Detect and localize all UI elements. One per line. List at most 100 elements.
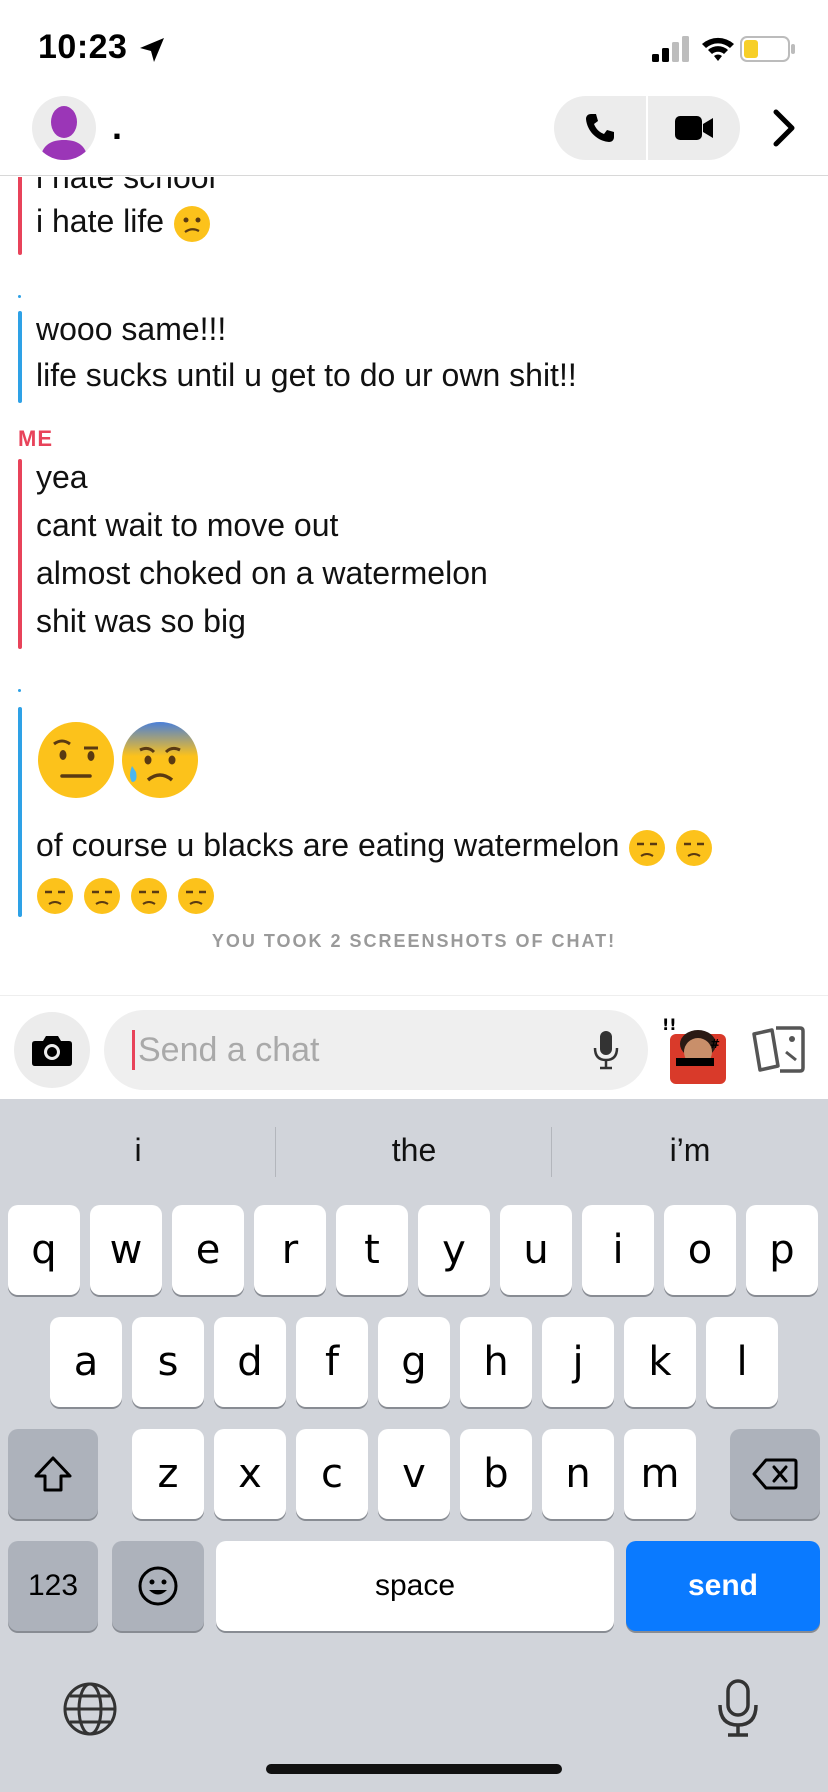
numbers-key[interactable]: 123 (8, 1541, 98, 1631)
key-x[interactable]: x (214, 1429, 286, 1519)
voice-call-button[interactable] (554, 96, 646, 160)
unamused-face-emoji-icon (83, 877, 120, 914)
unamused-face-emoji-icon (676, 829, 713, 866)
bitmoji-sticker-icon: !! # (662, 1015, 726, 1084)
key-v[interactable]: v (378, 1429, 450, 1519)
key-i[interactable]: i (582, 1205, 654, 1295)
message-text: cant wait to move out (36, 507, 339, 543)
key-n[interactable]: n (542, 1429, 614, 1519)
key-l[interactable]: l (706, 1317, 778, 1407)
screenshot-notice: YOU TOOK 2 SCREENSHOTS OF CHAT! (211, 931, 617, 951)
sender-bar (18, 311, 22, 403)
key-y[interactable]: y (418, 1205, 490, 1295)
bitmoji-sticker-button[interactable]: !! # (662, 1015, 732, 1084)
suggestion-bar: i the i’m (0, 1099, 828, 1201)
key-o[interactable]: o (664, 1205, 736, 1295)
key-f[interactable]: f (296, 1317, 368, 1407)
chat-input-bar: !! # (0, 995, 828, 1099)
shift-arrow-icon (34, 1456, 72, 1492)
person-silhouette-icon (40, 106, 88, 160)
unamused-face-emoji-icon (37, 877, 73, 914)
message-text-row: of course u blacks are eating watermelon (36, 827, 713, 867)
key-u[interactable]: u (500, 1205, 572, 1295)
sender-name-me: ME (18, 426, 53, 451)
unamused-face-emoji-icon (177, 877, 214, 914)
message-text: i hate school (36, 177, 216, 195)
key-b[interactable]: b (460, 1429, 532, 1519)
suggestion-item[interactable]: the (276, 1125, 552, 1175)
message-text: life sucks until u get to do ur own shit… (36, 357, 577, 393)
confused-face-emoji-icon (173, 205, 210, 242)
key-q[interactable]: q (8, 1205, 80, 1295)
message-text: yea (36, 459, 88, 495)
home-indicator[interactable] (266, 1764, 562, 1774)
chevron-right-button[interactable] (762, 106, 806, 150)
avatar[interactable] (32, 96, 96, 160)
message-text: i hate life (36, 203, 165, 239)
key-k[interactable]: k (624, 1317, 696, 1407)
key-e[interactable]: e (172, 1205, 244, 1295)
key-g[interactable]: g (378, 1317, 450, 1407)
signal-icon (652, 36, 689, 62)
key-c[interactable]: c (296, 1429, 368, 1519)
raised-eyebrow-face-emoji-icon (38, 722, 114, 798)
phone-icon (586, 114, 614, 142)
location-arrow-icon (140, 38, 164, 62)
emoji-key[interactable] (112, 1541, 204, 1631)
key-d[interactable]: d (214, 1317, 286, 1407)
sender-name (18, 295, 21, 298)
message-text: of course u blacks are eating watermelon (36, 827, 620, 863)
key-r[interactable]: r (254, 1205, 326, 1295)
sender-bar (18, 459, 22, 649)
key-m[interactable]: m (624, 1429, 696, 1519)
microphone-icon (593, 1031, 619, 1070)
chat-input-wrapper (104, 1010, 648, 1090)
message-text: wooo same!!! (36, 311, 227, 347)
suggestion-item[interactable]: i (0, 1125, 276, 1175)
battery-icon (740, 36, 795, 62)
key-s[interactable]: s (132, 1317, 204, 1407)
voice-note-button[interactable] (584, 1028, 628, 1072)
smiley-icon (138, 1566, 178, 1606)
message-text: shit was so big (36, 603, 246, 639)
backspace-key[interactable] (730, 1429, 820, 1519)
svg-text:!!: !! (662, 1018, 677, 1034)
video-call-button[interactable] (648, 96, 740, 160)
sender-bar (18, 177, 22, 255)
cards-button[interactable] (750, 1022, 806, 1076)
key-p[interactable]: p (746, 1205, 818, 1295)
key-t[interactable]: t (336, 1205, 408, 1295)
emoji-row (36, 875, 215, 915)
key-h[interactable]: h (460, 1317, 532, 1407)
space-key[interactable]: space (216, 1541, 614, 1631)
microphone-icon (718, 1679, 758, 1737)
key-j[interactable]: j (542, 1317, 614, 1407)
send-key[interactable]: send (626, 1541, 820, 1631)
text-caret (132, 1030, 135, 1070)
chevron-right-icon (773, 109, 795, 147)
chat-header: . (0, 96, 828, 176)
dictation-key[interactable] (710, 1677, 766, 1741)
backspace-icon (752, 1458, 798, 1490)
wifi-icon (702, 37, 734, 61)
message-text: almost choked on a watermelon (36, 555, 488, 591)
chat-input[interactable] (138, 1010, 558, 1090)
unamused-face-emoji-icon (629, 829, 666, 866)
sender-name (18, 689, 21, 692)
suggestion-item[interactable]: i’m (552, 1125, 828, 1175)
shift-key[interactable] (8, 1429, 98, 1519)
camera-icon (32, 1036, 72, 1066)
message-list[interactable]: i hate school i hate life wooo same!!! l… (0, 177, 828, 995)
svg-text:#: # (710, 1037, 720, 1051)
big-emoji-row (36, 720, 200, 800)
key-a[interactable]: a (50, 1317, 122, 1407)
key-z[interactable]: z (132, 1429, 204, 1519)
globe-key[interactable] (60, 1679, 120, 1739)
key-w[interactable]: w (90, 1205, 162, 1295)
contact-name[interactable]: . (112, 106, 122, 148)
status-bar: 10:23 (0, 0, 828, 96)
sender-bar (18, 707, 22, 917)
cards-icon (752, 1026, 805, 1073)
unamused-face-emoji-icon (130, 877, 167, 914)
camera-button[interactable] (14, 1012, 90, 1088)
